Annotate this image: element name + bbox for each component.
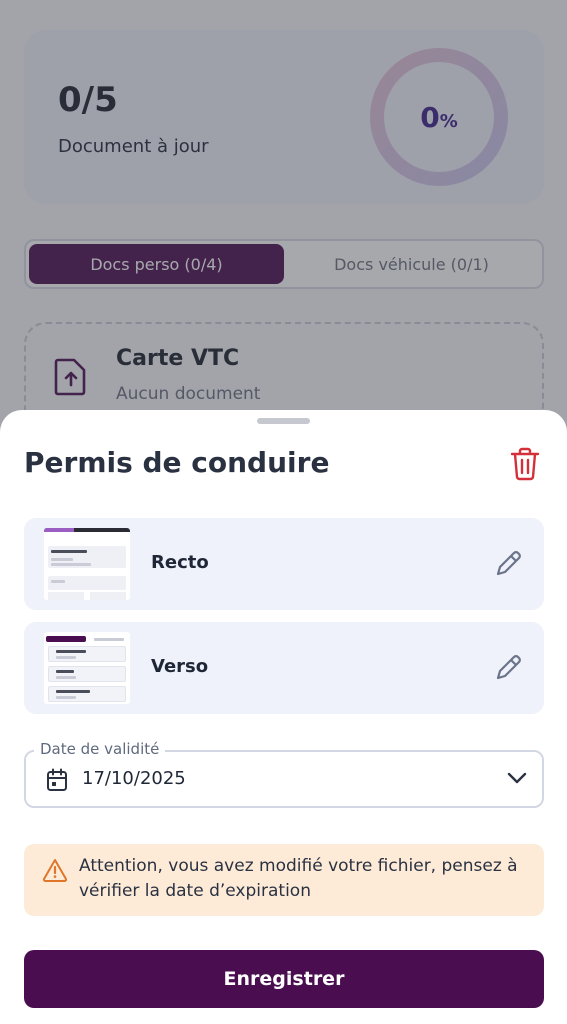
date-value: 17/10/2025 [82, 768, 186, 789]
warning-icon [42, 858, 68, 886]
verso-label: Verso [151, 656, 209, 677]
file-card-recto[interactable]: Recto [24, 518, 544, 610]
warning-message: Attention, vous avez modifié votre fichi… [79, 856, 518, 901]
expiration-warning: Attention, vous avez modifié votre fichi… [24, 844, 544, 916]
recto-thumbnail [44, 528, 130, 600]
save-button[interactable]: Enregistrer [24, 950, 544, 1008]
sheet-handle[interactable] [257, 418, 310, 424]
chevron-down-icon[interactable] [506, 770, 528, 789]
pencil-icon[interactable] [492, 548, 524, 580]
calendar-icon [46, 768, 68, 796]
date-validity-select[interactable]: 17/10/2025 [24, 750, 544, 808]
bottom-sheet: Permis de conduire Recto Verso Date de v… [0, 410, 567, 1024]
date-field-legend: Date de validité [34, 740, 166, 758]
sheet-title: Permis de conduire [24, 446, 330, 479]
recto-label: Recto [151, 552, 209, 573]
pencil-icon[interactable] [492, 652, 524, 684]
trash-icon[interactable] [508, 446, 542, 482]
verso-thumbnail [44, 632, 130, 704]
file-card-verso[interactable]: Verso [24, 622, 544, 714]
